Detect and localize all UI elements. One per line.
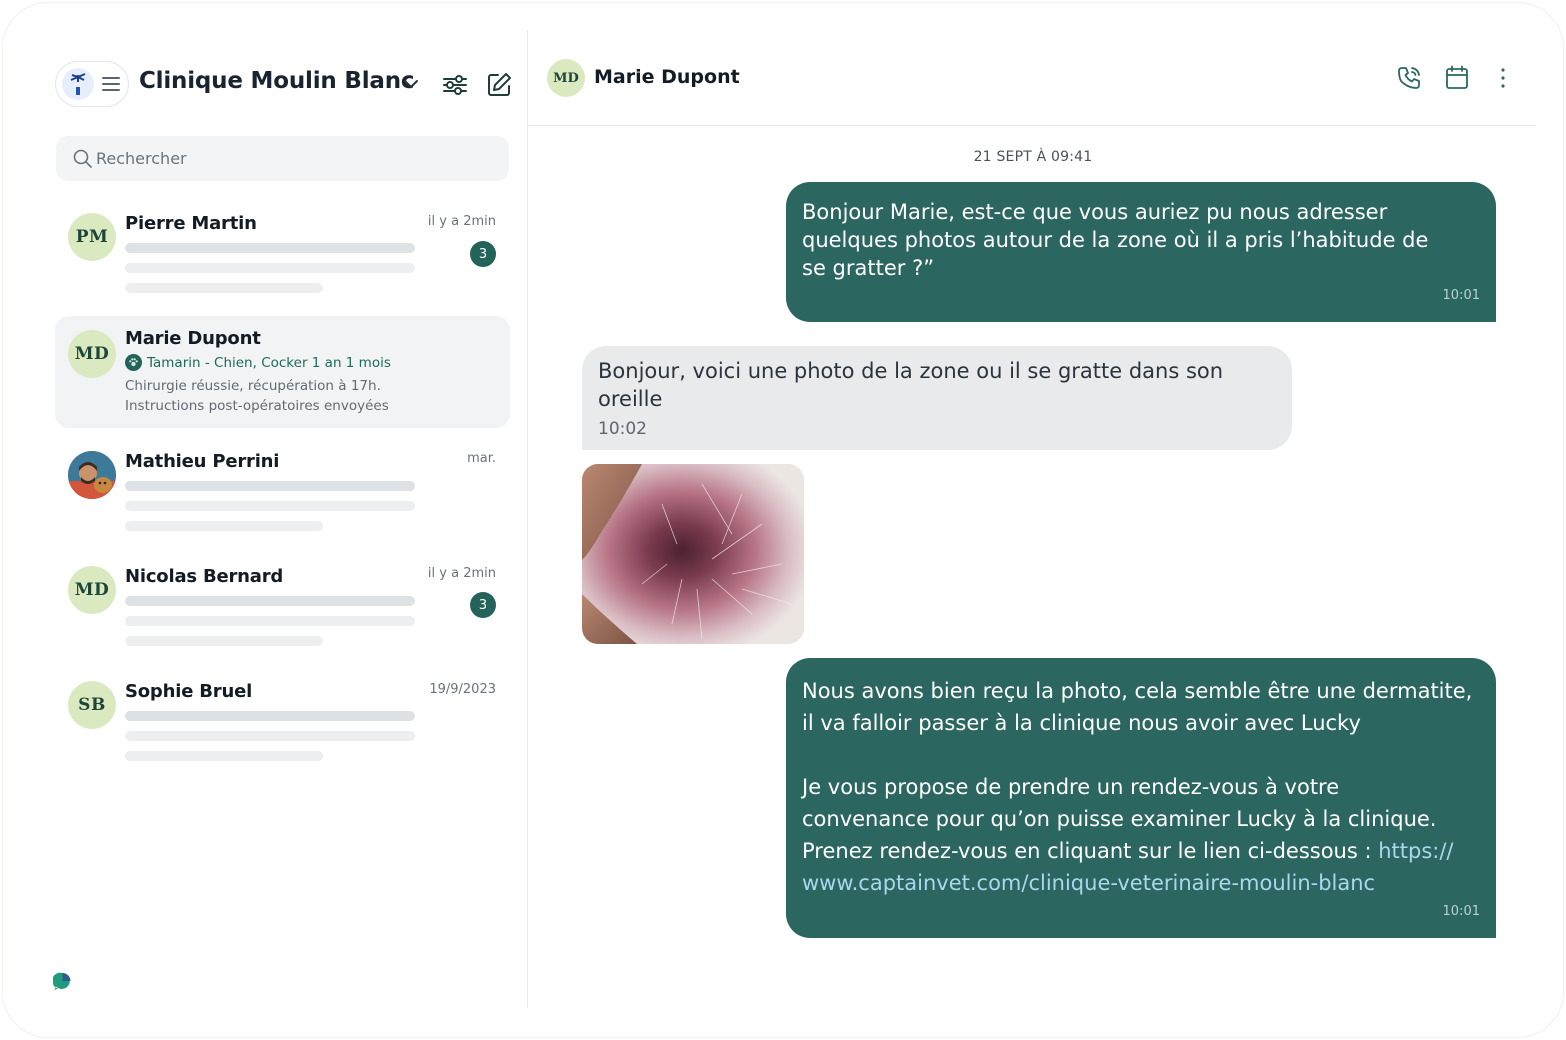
message-text: Nous avons bien reçu la photo, cela semb…	[802, 675, 1492, 899]
message-preview-skeleton	[125, 481, 415, 491]
message-time: 10:01	[1442, 904, 1480, 919]
message-preview-skeleton	[125, 521, 323, 531]
booking-link[interactable]: www.captainvet.com/clinique-veterinaire-…	[802, 867, 1492, 899]
avatar: SB	[68, 681, 116, 729]
more-options-icon[interactable]	[1489, 64, 1517, 92]
message-preview-skeleton	[125, 501, 415, 511]
app-logo-icon	[53, 972, 71, 990]
contact-name: Mathieu Perrini	[125, 451, 280, 472]
message-line: Bonjour, voici une photo de la zone ou i…	[598, 359, 1224, 383]
message-line: Bonjour Marie, est-ce que vous auriez pu…	[802, 200, 1388, 224]
outgoing-message: Nous avons bien reçu la photo, cela semb…	[786, 658, 1496, 938]
timestamp: 19/9/2023	[429, 682, 496, 697]
search-bar	[56, 136, 509, 181]
phone-icon[interactable]	[1396, 64, 1424, 92]
message-preview-skeleton	[125, 751, 323, 761]
timestamp: il y a 2min	[427, 566, 496, 581]
date-separator: 21 SEPT À 09:41	[973, 149, 1093, 165]
conversation-item[interactable]: Mathieu Perrini mar.	[55, 437, 510, 537]
sidebar: Clinique Moulin Blanc PM Pierre Martin i…	[0, 0, 528, 1008]
message-preview-skeleton	[125, 263, 415, 273]
conversation-item[interactable]: SB Sophie Bruel 19/9/2023	[55, 667, 510, 767]
chat-header: MD Marie Dupont	[528, 30, 1536, 126]
message-photo[interactable]	[582, 464, 804, 644]
conversation-item-active[interactable]: MD Marie Dupont Tamarin - Chien, Cocker …	[55, 316, 510, 428]
avatar	[68, 451, 116, 499]
preview-line: Chirurgie réussie, récupération à 17h.	[125, 378, 381, 394]
message-text: Bonjour, voici une photo de la zone ou i…	[598, 357, 1288, 413]
unread-badge: 3	[470, 241, 496, 267]
message-line: Prenez rendez-vous en cliquant sur le li…	[802, 835, 1492, 867]
booking-link[interactable]: https://	[1378, 839, 1453, 863]
pet-info: Tamarin - Chien, Cocker 1 an 1 mois	[125, 354, 391, 371]
clinic-name[interactable]: Clinique Moulin Blanc	[139, 68, 415, 94]
contact-avatar: MD	[547, 59, 585, 97]
message-line: se gratter ?”	[802, 256, 935, 280]
conversation-item[interactable]: MD Nicolas Bernard il y a 2min 3	[55, 552, 510, 652]
message-line: oreille	[598, 387, 663, 411]
calendar-icon[interactable]	[1443, 64, 1471, 92]
paw-icon	[125, 354, 142, 371]
unread-badge: 3	[470, 592, 496, 618]
message-line: Nous avons bien reçu la photo, cela semb…	[802, 679, 1473, 703]
contact-name: Sophie Bruel	[125, 681, 253, 702]
search-icon	[73, 149, 92, 168]
message-preview: Chirurgie réussie, récupération à 17h. I…	[125, 376, 485, 416]
message-preview-skeleton	[125, 283, 323, 293]
sidebar-divider	[527, 30, 528, 1008]
contact-name: Nicolas Bernard	[125, 566, 284, 587]
message-time: 10:02	[598, 419, 647, 439]
contact-name: Marie Dupont	[125, 328, 261, 349]
message-line: il va falloir passer à la clinique nous …	[802, 711, 1361, 735]
avatar: MD	[68, 330, 116, 378]
menu-icon	[102, 77, 120, 91]
timestamp: il y a 2min	[427, 214, 496, 229]
message-line: convenance pour qu’on puisse examiner Lu…	[802, 807, 1437, 831]
chevron-down-icon[interactable]	[402, 77, 420, 91]
preview-line: Instructions post-opératoires envoyées	[125, 398, 389, 414]
pet-label: Tamarin - Chien, Cocker 1 an 1 mois	[147, 354, 391, 371]
filter-icon[interactable]	[441, 72, 469, 98]
clinic-switcher-button[interactable]	[55, 61, 129, 107]
incoming-message: Bonjour, voici une photo de la zone ou i…	[582, 346, 1292, 450]
message-line: quelques photos autour de la zone où il …	[802, 228, 1429, 252]
search-input[interactable]	[96, 136, 496, 181]
message-preview-skeleton	[125, 636, 323, 646]
clinic-logo	[62, 68, 94, 100]
message-text: Bonjour Marie, est-ce que vous auriez pu…	[802, 198, 1492, 282]
compose-icon[interactable]	[485, 71, 513, 99]
avatar: PM	[68, 213, 116, 261]
avatar: MD	[68, 566, 116, 614]
contact-name: Pierre Martin	[125, 213, 257, 234]
message-preview-skeleton	[125, 616, 415, 626]
message-preview-skeleton	[125, 596, 415, 606]
contact-name[interactable]: Marie Dupont	[594, 66, 740, 88]
conversation-item[interactable]: PM Pierre Martin il y a 2min 3	[55, 200, 510, 300]
message-line: Je vous propose de prendre un rendez-vou…	[802, 775, 1340, 799]
timestamp: mar.	[467, 451, 496, 466]
message-time: 10:01	[1442, 288, 1480, 303]
message-preview-skeleton	[125, 711, 415, 721]
message-preview-skeleton	[125, 243, 415, 253]
outgoing-message: Bonjour Marie, est-ce que vous auriez pu…	[786, 182, 1496, 322]
message-preview-skeleton	[125, 731, 415, 741]
message-text-part: Prenez rendez-vous en cliquant sur le li…	[802, 839, 1379, 863]
